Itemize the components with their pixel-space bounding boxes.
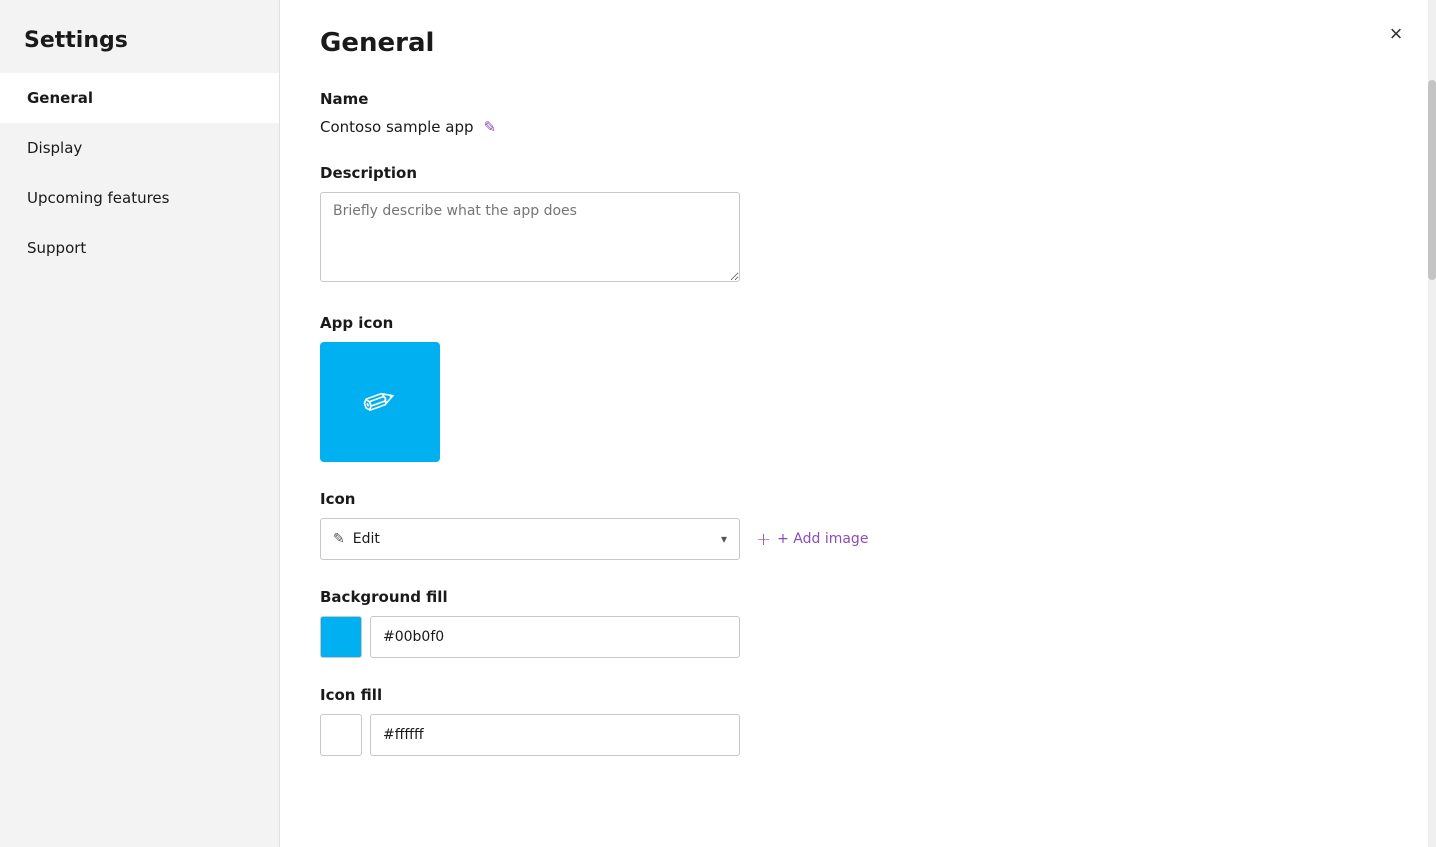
close-button[interactable]: × [1380,18,1412,50]
description-label: Description [320,164,1132,182]
plus-icon: + [756,529,771,550]
name-section: Name Contoso sample app ✎ [320,90,1132,136]
sidebar-item-upcoming-features[interactable]: Upcoming features [0,173,279,223]
sidebar-item-display[interactable]: Display [0,123,279,173]
content-area: General Name Contoso sample app ✎ Descri… [280,0,1180,824]
add-image-button[interactable]: + + Add image [756,529,868,550]
icon-color-swatch[interactable] [320,714,362,756]
name-edit-icon[interactable]: ✎ [484,118,497,136]
description-section: Description [320,164,1132,286]
app-icon-pencil-icon: ✏ [356,375,403,430]
name-row: Contoso sample app ✎ [320,118,1132,136]
icon-label: Icon [320,490,1132,508]
background-fill-row [320,616,1132,658]
main-content: × General Name Contoso sample app ✎ Desc… [280,0,1436,847]
name-label: Name [320,90,1132,108]
background-color-swatch[interactable] [320,616,362,658]
background-color-input[interactable] [370,616,740,658]
settings-sidebar: Settings General Display Upcoming featur… [0,0,280,847]
page-title: General [320,28,1132,58]
background-fill-label: Background fill [320,588,1132,606]
icon-section: Icon ✎ Edit ▾ + + Add image [320,490,1132,560]
icon-fill-row [320,714,1132,756]
chevron-down-icon: ▾ [721,532,727,546]
icon-fill-section: Icon fill [320,686,1132,756]
icon-dropdown-value: Edit [353,531,380,547]
name-value: Contoso sample app [320,118,474,136]
icon-dropdown[interactable]: ✎ Edit ▾ [320,518,740,560]
scrollbar-thumb[interactable] [1428,80,1436,280]
background-fill-section: Background fill [320,588,1132,658]
sidebar-title: Settings [0,0,279,73]
icon-dropdown-pencil: ✎ [333,531,345,547]
sidebar-navigation: General Display Upcoming features Suppor… [0,73,279,273]
icon-row: ✎ Edit ▾ + + Add image [320,518,1132,560]
app-icon-preview[interactable]: ✏ [320,342,440,462]
add-image-label: + Add image [777,531,868,547]
app-icon-label: App icon [320,314,1132,332]
sidebar-item-general[interactable]: General [0,73,279,123]
description-textarea[interactable] [320,192,740,282]
icon-fill-label: Icon fill [320,686,1132,704]
icon-color-input[interactable] [370,714,740,756]
scrollbar-track [1428,0,1436,847]
app-icon-section: App icon ✏ [320,314,1132,462]
sidebar-item-support[interactable]: Support [0,223,279,273]
icon-dropdown-left: ✎ Edit [333,531,380,547]
